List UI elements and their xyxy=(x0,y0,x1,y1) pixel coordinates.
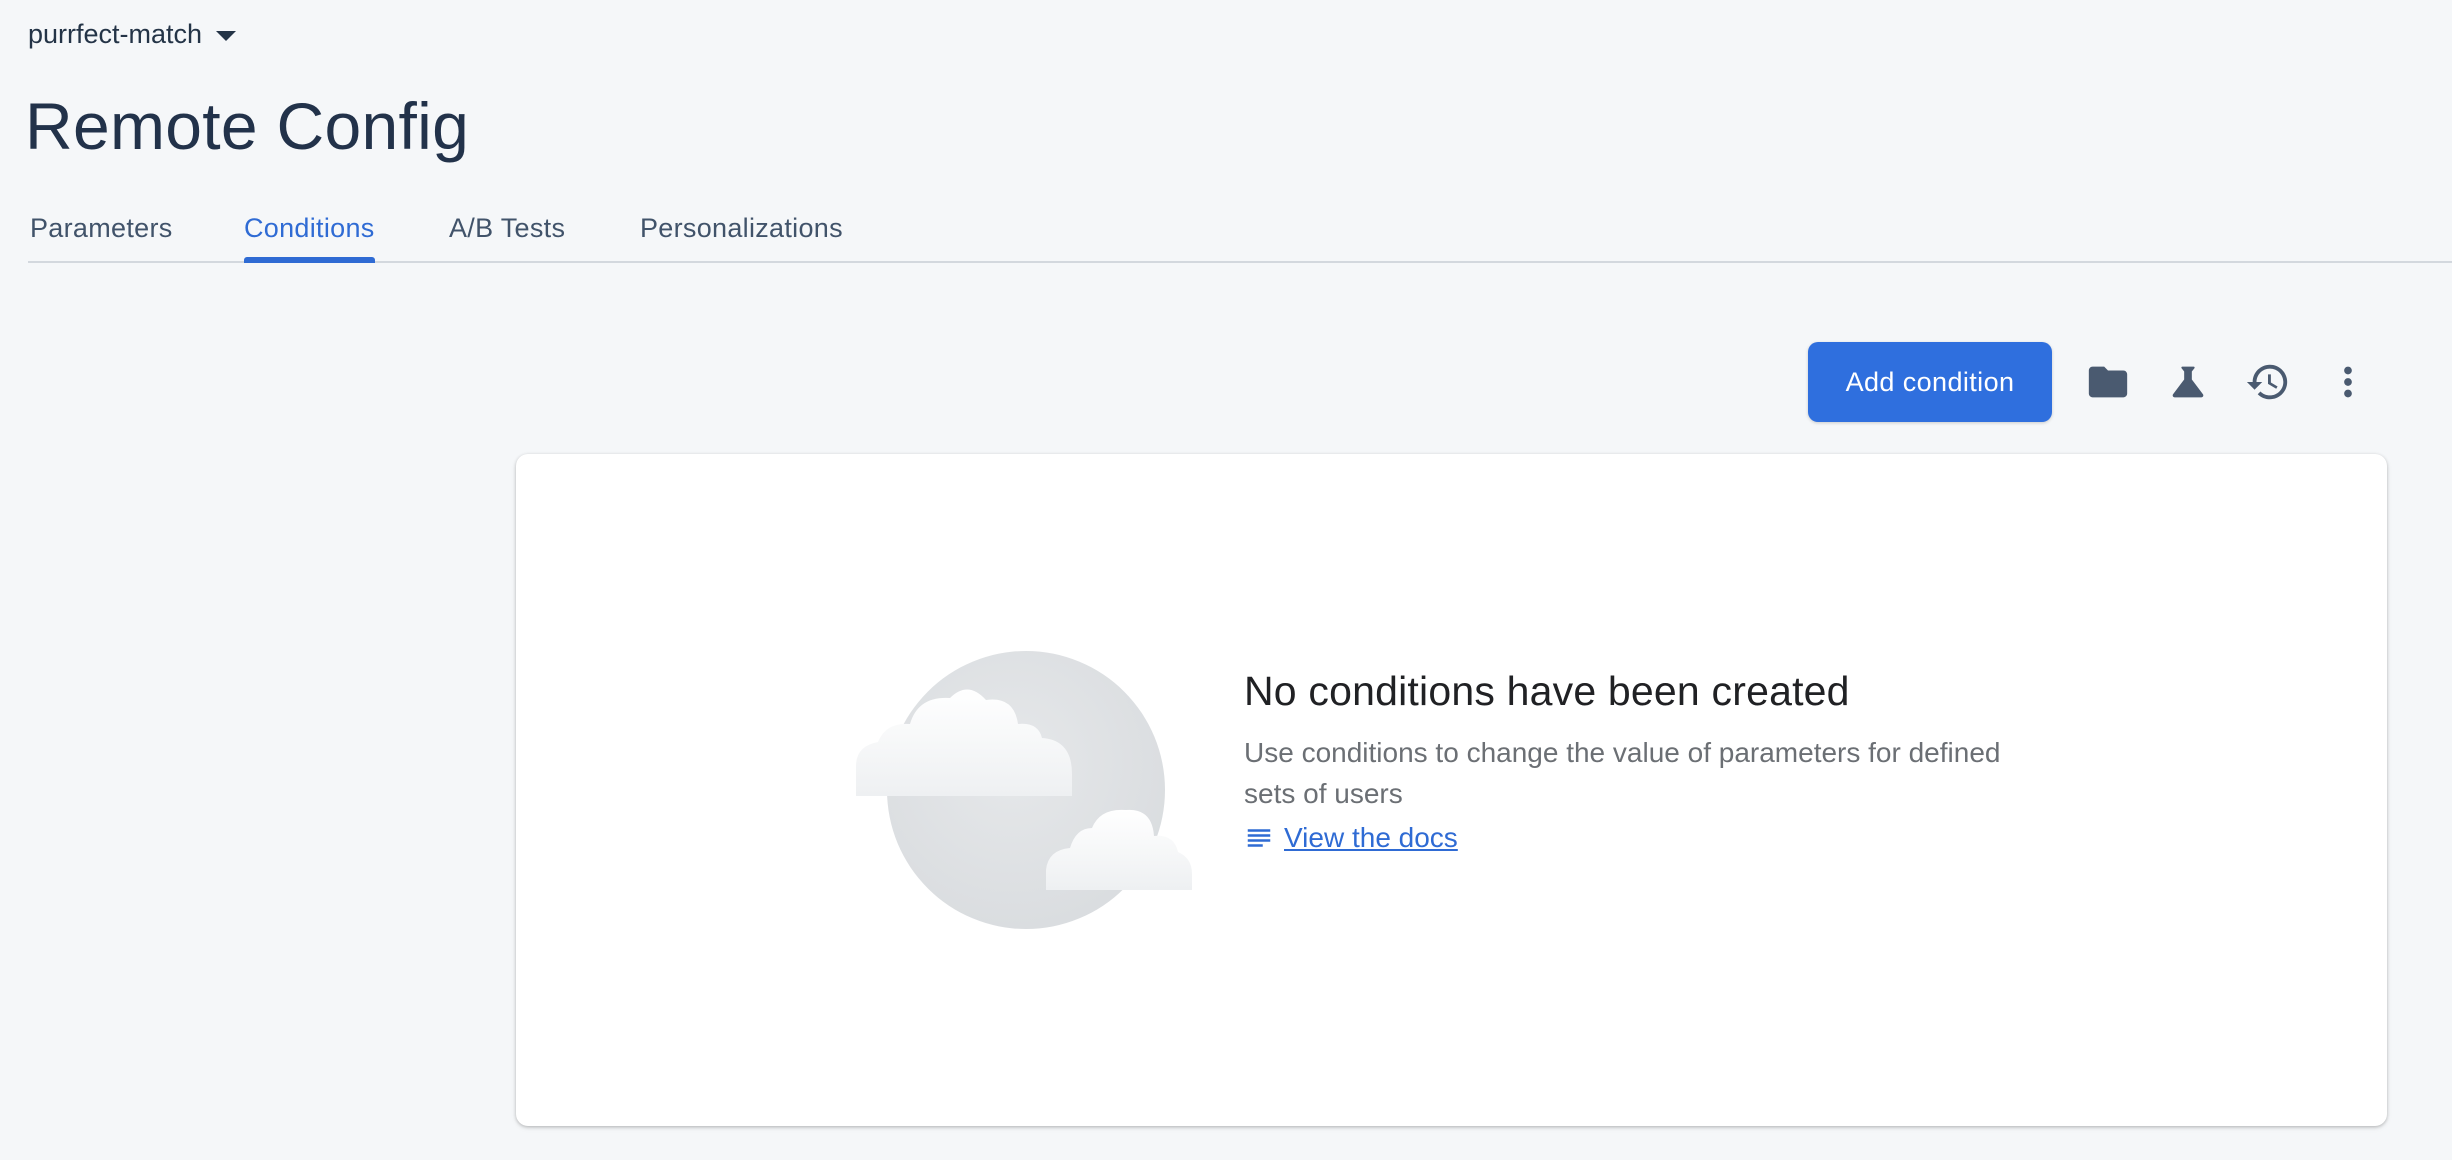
tab-personalizations[interactable]: Personalizations xyxy=(640,195,843,261)
add-condition-button[interactable]: Add condition xyxy=(1808,342,2052,422)
tab-ab-tests[interactable]: A/B Tests xyxy=(449,195,565,261)
docs-link-row: View the docs xyxy=(1244,822,1458,854)
folder-icon[interactable] xyxy=(2084,358,2132,406)
tab-parameters[interactable]: Parameters xyxy=(30,195,173,261)
empty-state-description: Use conditions to change the value of pa… xyxy=(1244,737,2001,809)
clouds-illustration xyxy=(856,650,1196,944)
notes-icon xyxy=(1244,823,1274,853)
more-vert-icon[interactable] xyxy=(2324,358,2372,406)
view-docs-link[interactable]: View the docs xyxy=(1284,822,1458,854)
tab-bar: Parameters Conditions A/B Tests Personal… xyxy=(28,195,2452,263)
empty-state-title: No conditions have been created xyxy=(1244,668,1850,714)
active-tab-indicator xyxy=(244,257,375,263)
project-name: purrfect-match xyxy=(28,18,203,49)
tab-conditions[interactable]: Conditions xyxy=(244,195,375,263)
tab-label: Parameters xyxy=(30,212,173,243)
chevron-down-icon xyxy=(216,31,237,41)
history-icon[interactable] xyxy=(2244,358,2292,406)
tab-label: A/B Tests xyxy=(449,212,566,243)
page-title: Remote Config xyxy=(25,89,470,163)
remote-config-page: purrfect-match Remote Config Parameters … xyxy=(0,0,2452,1160)
project-selector[interactable]: purrfect-match xyxy=(28,14,237,54)
flask-icon[interactable] xyxy=(2164,358,2212,406)
empty-state-card: No conditions have been created Use cond… xyxy=(516,454,2387,1126)
tab-label: Conditions xyxy=(244,212,375,243)
tab-label: Personalizations xyxy=(640,212,843,243)
